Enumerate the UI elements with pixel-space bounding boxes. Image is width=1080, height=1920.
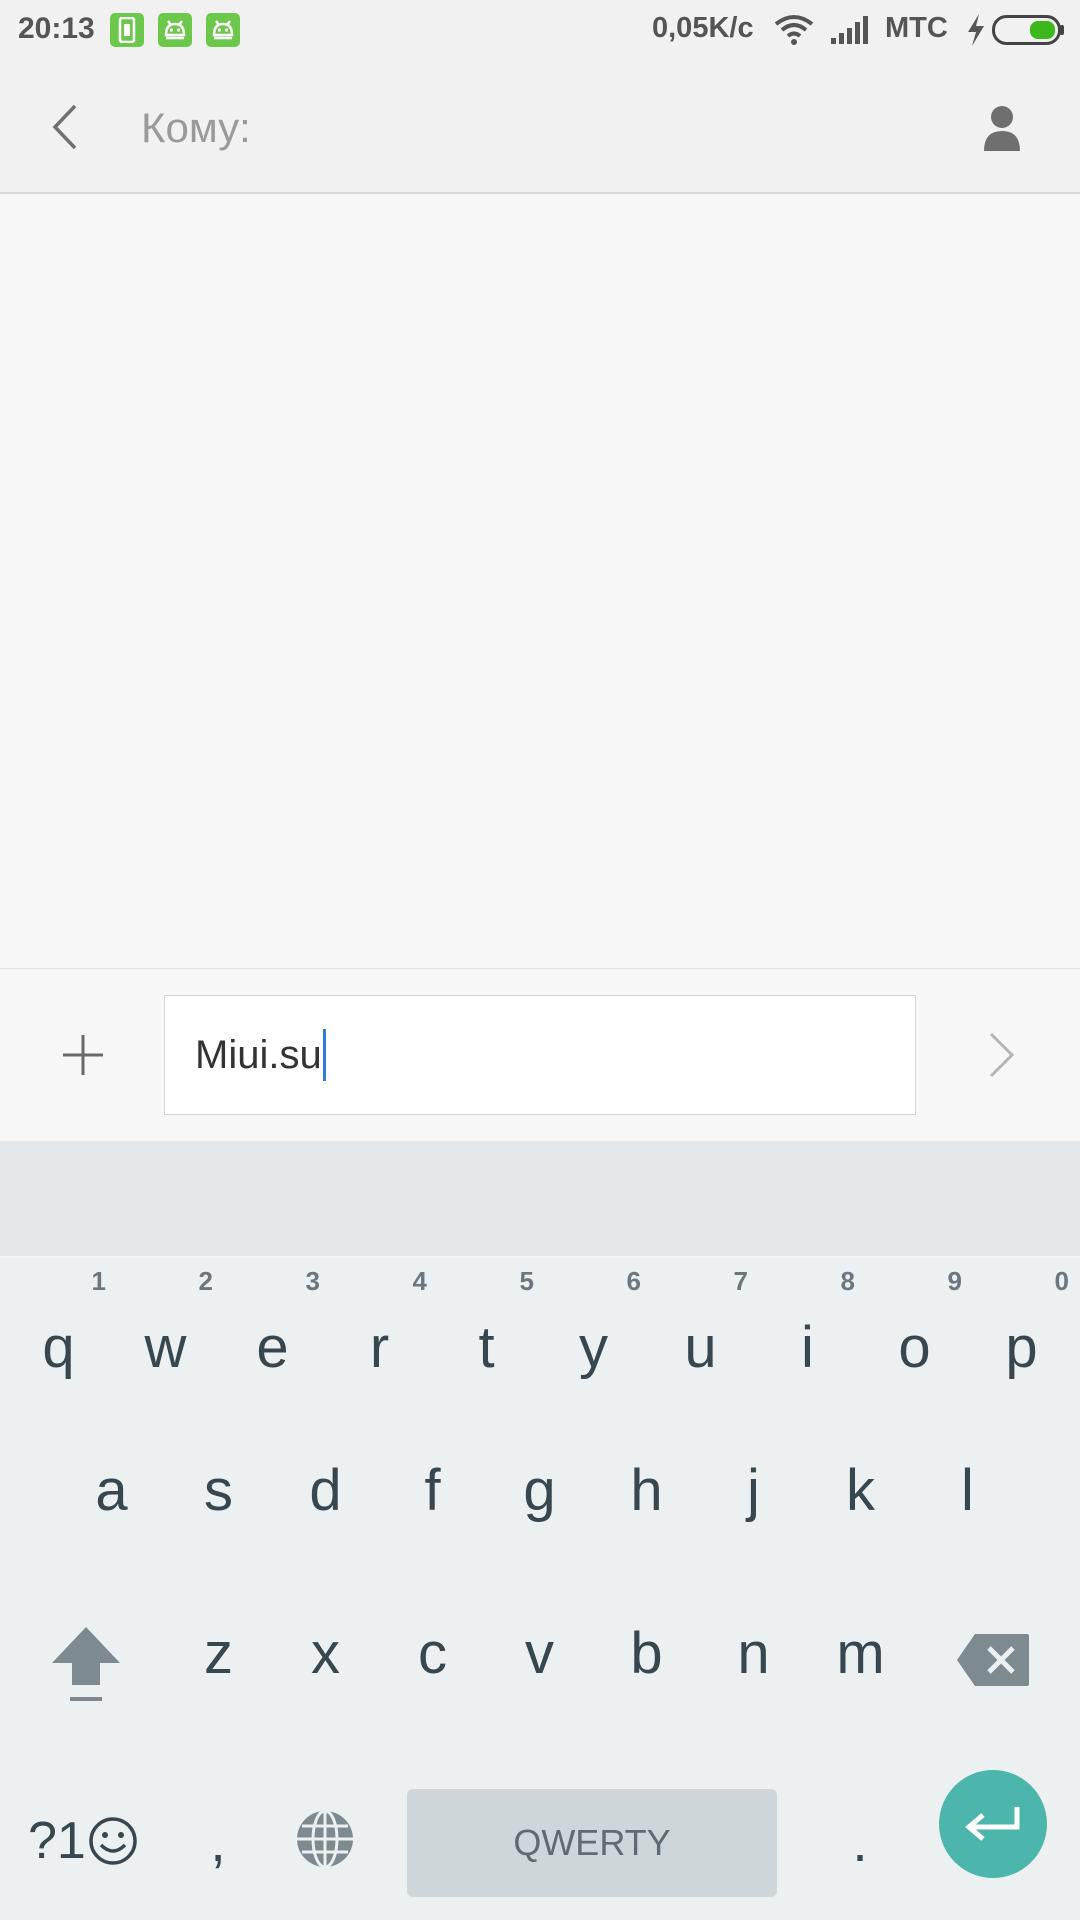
key-w[interactable]: 2w bbox=[112, 1258, 219, 1408]
symbols-label: ?1 bbox=[28, 1812, 86, 1870]
signal-icon bbox=[830, 16, 870, 49]
key-g[interactable]: g bbox=[486, 1408, 593, 1573]
key-d[interactable]: d bbox=[272, 1408, 379, 1573]
contact-picker-button[interactable] bbox=[970, 96, 1034, 160]
plus-icon bbox=[63, 1035, 103, 1075]
shift-key[interactable] bbox=[46, 1610, 126, 1720]
comma-key[interactable]: , bbox=[178, 1786, 258, 1896]
message-input[interactable]: Miui.su bbox=[164, 995, 916, 1115]
recipient-header: Кому: bbox=[0, 60, 1080, 194]
message-text: Miui.su bbox=[195, 1032, 322, 1077]
contact-person-icon bbox=[984, 106, 1020, 151]
carrier-name: МТС bbox=[885, 12, 948, 44]
key-r[interactable]: 4r bbox=[326, 1258, 433, 1408]
key-l[interactable]: l bbox=[914, 1408, 1021, 1573]
battery-icon bbox=[992, 15, 1066, 50]
key-k[interactable]: k bbox=[807, 1408, 914, 1573]
key-x[interactable]: x bbox=[272, 1573, 379, 1733]
status-bar: 20:13 0,05K/c МТС bbox=[0, 0, 1080, 60]
key-n[interactable]: n bbox=[700, 1573, 807, 1733]
backspace-icon bbox=[957, 1634, 1029, 1686]
message-thread bbox=[0, 196, 1080, 969]
charging-icon bbox=[965, 14, 987, 51]
key-z[interactable]: z bbox=[165, 1573, 272, 1733]
symbols-emoji-key[interactable]: ?1 bbox=[28, 1786, 148, 1896]
sim-notification-icon bbox=[110, 13, 144, 47]
suggestion-strip bbox=[0, 1141, 1080, 1258]
globe-icon bbox=[297, 1809, 353, 1869]
send-button[interactable] bbox=[972, 1020, 1032, 1090]
key-j[interactable]: j bbox=[700, 1408, 807, 1573]
key-i[interactable]: 8i bbox=[754, 1258, 861, 1408]
shift-icon bbox=[52, 1627, 120, 1701]
key-m[interactable]: m bbox=[807, 1573, 914, 1733]
network-speed: 0,05K/c bbox=[652, 12, 754, 44]
key-b[interactable]: b bbox=[593, 1573, 700, 1733]
recipient-field[interactable]: Кому: bbox=[141, 104, 251, 152]
back-button[interactable] bbox=[34, 94, 94, 160]
backspace-key[interactable] bbox=[955, 1630, 1031, 1690]
android-notification-icon bbox=[158, 13, 192, 47]
key-h[interactable]: h bbox=[593, 1408, 700, 1573]
period-key[interactable]: . bbox=[820, 1786, 900, 1896]
wifi-icon bbox=[774, 14, 814, 51]
space-key[interactable]: QWERTY bbox=[407, 1789, 777, 1897]
key-e[interactable]: 3e bbox=[219, 1258, 326, 1408]
key-f[interactable]: f bbox=[379, 1408, 486, 1573]
key-o[interactable]: 9o bbox=[861, 1258, 968, 1408]
compose-bar: Miui.su bbox=[0, 970, 1080, 1141]
emoji-icon bbox=[89, 1817, 137, 1865]
keyboard: 1q 2w 3e 4r 5t 6y 7u 8i 9o 0p a s d f g … bbox=[0, 1258, 1080, 1920]
key-a[interactable]: a bbox=[58, 1408, 165, 1573]
text-cursor bbox=[322, 1029, 326, 1081]
key-c[interactable]: c bbox=[379, 1573, 486, 1733]
key-q[interactable]: 1q bbox=[5, 1258, 112, 1408]
back-chevron-icon bbox=[52, 104, 77, 150]
key-u[interactable]: 7u bbox=[647, 1258, 754, 1408]
enter-icon bbox=[965, 1807, 1020, 1841]
send-chevron-icon bbox=[989, 1032, 1015, 1078]
attach-button[interactable] bbox=[50, 1022, 116, 1088]
status-time: 20:13 bbox=[18, 12, 95, 45]
key-s[interactable]: s bbox=[165, 1408, 272, 1573]
language-switch-key[interactable] bbox=[290, 1794, 360, 1884]
key-p[interactable]: 0p bbox=[968, 1258, 1075, 1408]
android-notification-icon bbox=[206, 13, 240, 47]
enter-key[interactable] bbox=[939, 1770, 1047, 1878]
key-t[interactable]: 5t bbox=[433, 1258, 540, 1408]
key-y[interactable]: 6y bbox=[540, 1258, 647, 1408]
key-v[interactable]: v bbox=[486, 1573, 593, 1733]
